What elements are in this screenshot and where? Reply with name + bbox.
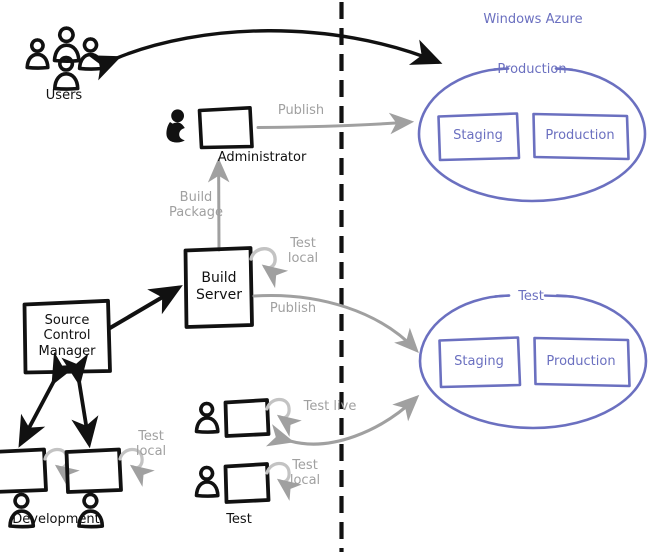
dev-workstation-right <box>64 447 123 494</box>
test-local-build-label: Test local <box>287 236 319 267</box>
development-label: Development <box>12 512 100 527</box>
production-env-label: Production <box>497 62 567 77</box>
people-group-icon <box>25 26 104 91</box>
build-package-label: Build Package <box>169 190 223 221</box>
users-label: Users <box>45 88 83 103</box>
source-control-manager-label: Source Control Manager <box>38 313 96 359</box>
publish-bottom-label: Publish <box>269 301 317 316</box>
scm-to-buildserver-arrow <box>108 285 183 330</box>
test-top-self-loop-icon <box>265 397 302 437</box>
scm-to-dev-left-arrow <box>18 351 79 448</box>
person-filled-icon <box>166 109 185 143</box>
test-env-label: Test <box>518 289 544 304</box>
diagram-vector-layer <box>0 2 648 552</box>
buildserver-self-loop-icon <box>249 247 289 289</box>
test-top-person-icon <box>194 401 220 434</box>
publish-top-label: Publish <box>277 103 325 118</box>
diagram-canvas: Windows Azure Users Administrator Publis… <box>0 0 650 554</box>
test-workstation-top <box>223 398 271 438</box>
scm-to-dev-right-arrow <box>61 353 99 449</box>
administrator-box <box>197 106 254 150</box>
admin-to-production-arrow <box>256 112 415 135</box>
test-bottom-person-icon <box>194 465 220 498</box>
windows-azure-title: Windows Azure <box>483 12 583 27</box>
test-workstation-bottom <box>223 462 271 504</box>
test-live-label: Test live <box>303 399 357 414</box>
test-local-dev-label: Test local <box>135 429 167 460</box>
administrator-label: Administrator <box>217 150 307 165</box>
build-server-label: Build Server <box>196 270 242 303</box>
test-local-test-label: Test local <box>289 458 321 489</box>
dev-left-self-loop-icon <box>43 447 80 487</box>
test-group-label: Test <box>226 512 252 527</box>
dev-workstation-left <box>0 447 48 494</box>
test-production-slot-label: Production <box>546 354 616 369</box>
production-production-slot-label: Production <box>545 128 615 143</box>
users-to-production-arrow <box>87 29 443 81</box>
production-staging-slot-label: Staging <box>453 128 503 143</box>
test-staging-slot-label: Staging <box>454 354 504 369</box>
test-bottom-self-loop-icon <box>265 461 302 501</box>
